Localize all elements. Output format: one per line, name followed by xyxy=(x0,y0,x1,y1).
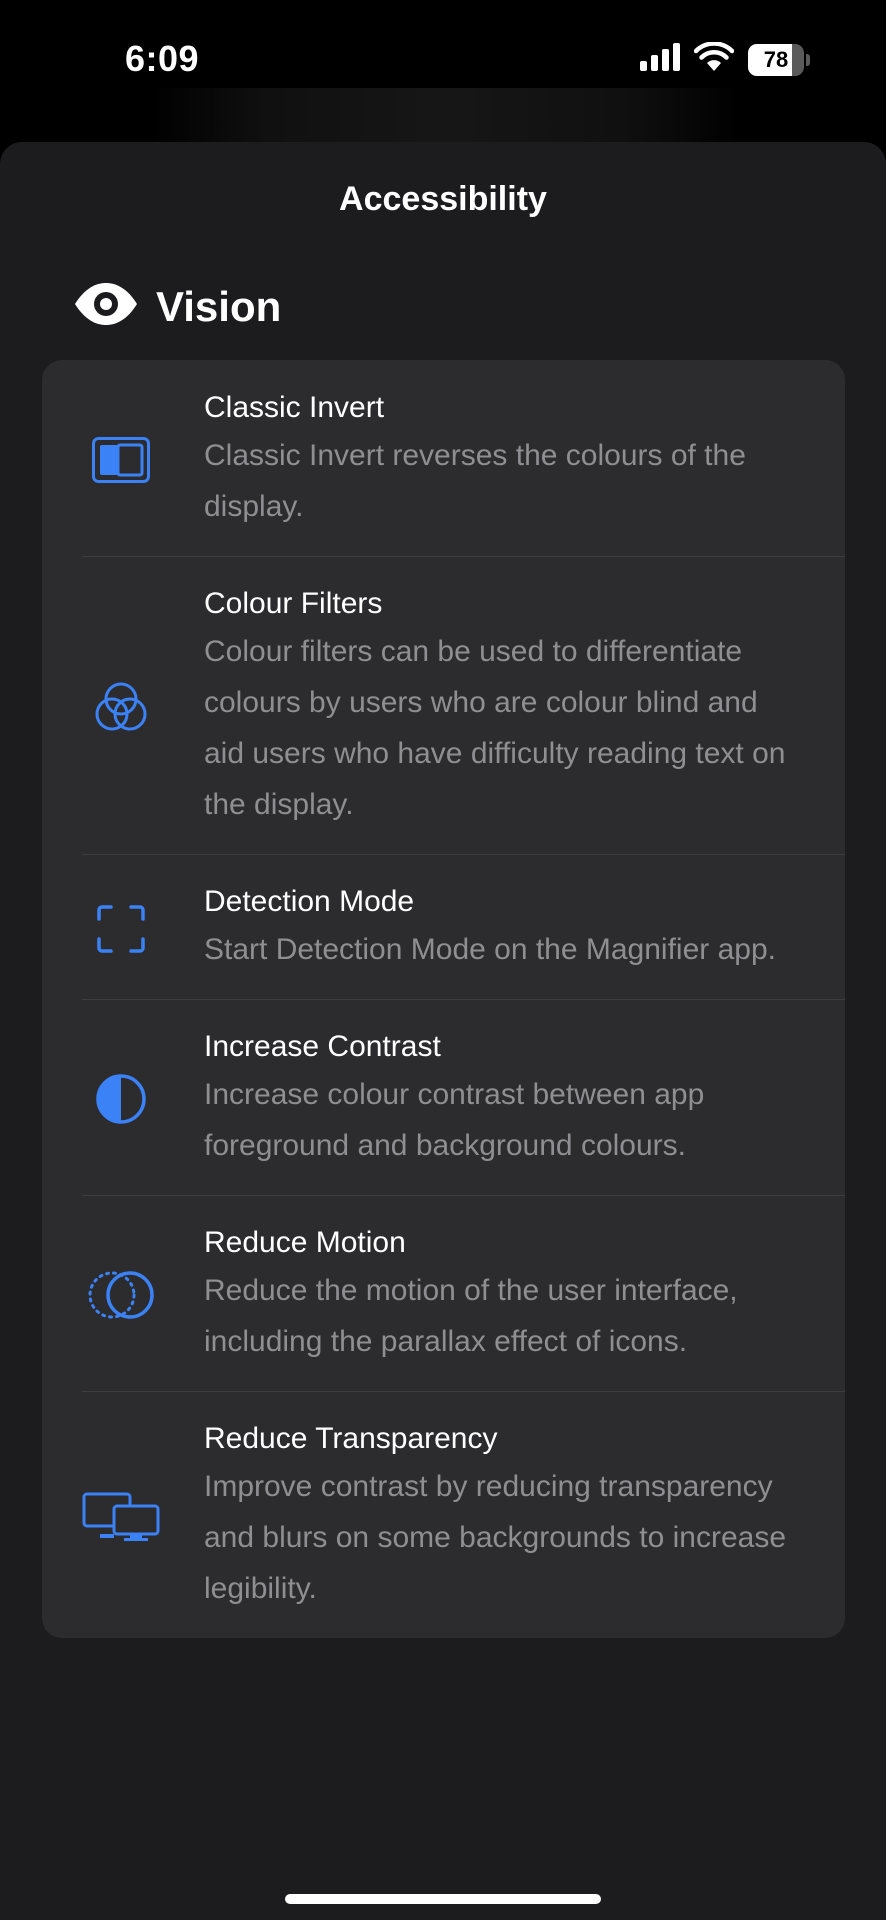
item-description: Increase colour contrast between app for… xyxy=(204,1078,705,1162)
battery-percentage: 78 xyxy=(763,46,789,72)
battery-icon: 78 xyxy=(748,43,810,76)
item-title: Colour Filters xyxy=(204,587,383,620)
item-text: Reduce Transparency Improve contrast by … xyxy=(204,1419,805,1614)
wifi-icon xyxy=(693,41,735,77)
list-item-reduce-motion[interactable]: Reduce Motion Reduce the motion of the u… xyxy=(42,1195,845,1391)
item-description: Start Detection Mode on the Magnifier ap… xyxy=(204,933,776,966)
item-description: Classic Invert reverses the colours of t… xyxy=(204,439,746,523)
item-description: Improve contrast by reducing transparenc… xyxy=(204,1470,787,1605)
sheet-title: Accessibility xyxy=(339,180,547,218)
list-item-reduce-transparency[interactable]: Reduce Transparency Improve contrast by … xyxy=(42,1391,845,1638)
item-title: Classic Invert xyxy=(204,391,385,424)
background-app-strip xyxy=(150,88,740,148)
item-title: Increase Contrast xyxy=(204,1030,441,1063)
reduce-transparency-icon xyxy=(42,1492,204,1542)
screen: 6:09 78 Accessibility Vision Classic Inv… xyxy=(0,0,886,1920)
item-title: Reduce Transparency xyxy=(204,1422,498,1455)
signal-icon xyxy=(640,43,680,76)
increase-contrast-icon xyxy=(42,1073,204,1125)
item-text: Detection Mode Start Detection Mode on t… xyxy=(204,882,805,975)
item-description: Colour filters can be used to differenti… xyxy=(204,635,786,821)
list-item-colour-filters[interactable]: Colour Filters Colour filters can be use… xyxy=(42,556,845,854)
colour-filters-icon xyxy=(42,679,204,735)
item-text: Classic Invert Classic Invert reverses t… xyxy=(204,388,805,532)
battery-cap xyxy=(806,53,810,66)
item-description: Reduce the motion of the user interface,… xyxy=(204,1274,738,1358)
list-item-detection-mode[interactable]: Detection Mode Start Detection Mode on t… xyxy=(42,854,845,999)
item-text: Colour Filters Colour filters can be use… xyxy=(204,584,805,830)
eye-icon xyxy=(72,282,140,331)
reduce-motion-icon xyxy=(42,1269,204,1321)
item-title: Detection Mode xyxy=(204,885,415,918)
feature-list: Classic Invert Classic Invert reverses t… xyxy=(42,360,845,1638)
accessibility-sheet: Accessibility Vision Classic Invert Clas… xyxy=(0,142,886,1920)
list-item-classic-invert[interactable]: Classic Invert Classic Invert reverses t… xyxy=(42,360,845,556)
item-text: Reduce Motion Reduce the motion of the u… xyxy=(204,1223,805,1367)
section-header-vision: Vision xyxy=(72,282,281,331)
home-indicator[interactable] xyxy=(285,1894,601,1904)
item-text: Increase Contrast Increase colour contra… xyxy=(204,1027,805,1171)
list-item-increase-contrast[interactable]: Increase Contrast Increase colour contra… xyxy=(42,999,845,1195)
status-time: 6:09 xyxy=(125,38,200,79)
item-title: Reduce Motion xyxy=(204,1226,406,1259)
section-title: Vision xyxy=(156,282,282,330)
classic-invert-icon xyxy=(42,437,204,483)
detection-mode-icon xyxy=(42,904,204,954)
status-icons: 78 xyxy=(640,41,810,77)
